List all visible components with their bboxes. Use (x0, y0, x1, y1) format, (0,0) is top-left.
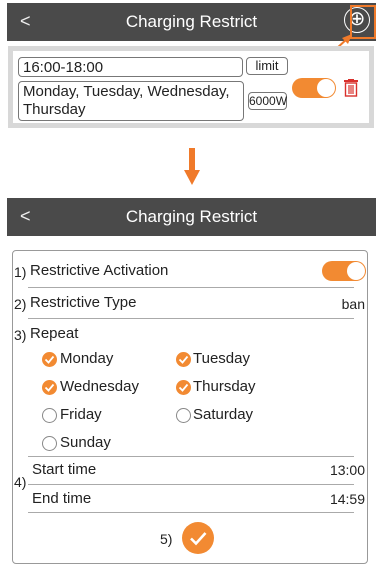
page-title: Charging Restrict (125, 207, 258, 226)
delete-icon[interactable] (343, 79, 359, 97)
step-1-label: 1) (14, 264, 27, 280)
friday-checkbox[interactable] (42, 408, 57, 423)
rule-time: 16:00-18:00 (18, 57, 243, 77)
tuesday-checkbox[interactable] (176, 352, 191, 367)
checkmark-icon (190, 532, 207, 546)
step-5-label: 5) (160, 531, 173, 547)
end-time-label: End time (32, 490, 92, 507)
divider (28, 287, 354, 288)
divider (28, 318, 354, 319)
confirm-button[interactable] (182, 522, 214, 554)
thursday-label: Thursday (193, 378, 256, 395)
step-4-label: 4) (14, 474, 27, 490)
sunday-label: Sunday (60, 434, 111, 451)
rule-mode: limit (246, 57, 288, 75)
end-time-value[interactable]: 14:59 (330, 491, 365, 507)
restrictive-type-value[interactable]: ban (342, 296, 365, 312)
wednesday-label: Wednesday (60, 378, 139, 395)
page-title: Charging Restrict (125, 12, 258, 31)
start-time-value[interactable]: 13:00 (330, 462, 365, 478)
start-time-label: Start time (32, 461, 97, 478)
monday-checkbox[interactable] (42, 352, 57, 367)
step-2-label: 2) (14, 296, 27, 312)
restrictive-type-label: Restrictive Type (30, 294, 137, 311)
saturday-label: Saturday (193, 406, 254, 423)
step-3-label: 3) (14, 327, 27, 343)
friday-label: Friday (60, 406, 102, 423)
activation-toggle[interactable] (322, 261, 366, 281)
activation-label: Restrictive Activation (30, 262, 169, 279)
wednesday-checkbox[interactable] (42, 380, 57, 395)
sunday-checkbox[interactable] (42, 436, 57, 451)
saturday-checkbox[interactable] (176, 408, 191, 423)
divider (28, 512, 354, 513)
rule-card[interactable]: 16:00-18:00 limit Monday, Tuesday, Wedne… (8, 46, 374, 128)
rule-power: 6000W (248, 92, 288, 110)
rule-enable-toggle[interactable] (292, 78, 336, 98)
tuesday-label: Tuesday (193, 350, 250, 367)
rule-days: Monday, Tuesday, Wednesday, Thursday (18, 81, 244, 121)
header-edit: < Charging Restrict (7, 198, 376, 236)
thursday-checkbox[interactable] (176, 380, 191, 395)
transition-arrow-icon (184, 148, 200, 185)
monday-label: Monday (60, 350, 114, 367)
repeat-label: Repeat (30, 325, 79, 342)
divider (28, 456, 354, 457)
divider (28, 484, 354, 485)
